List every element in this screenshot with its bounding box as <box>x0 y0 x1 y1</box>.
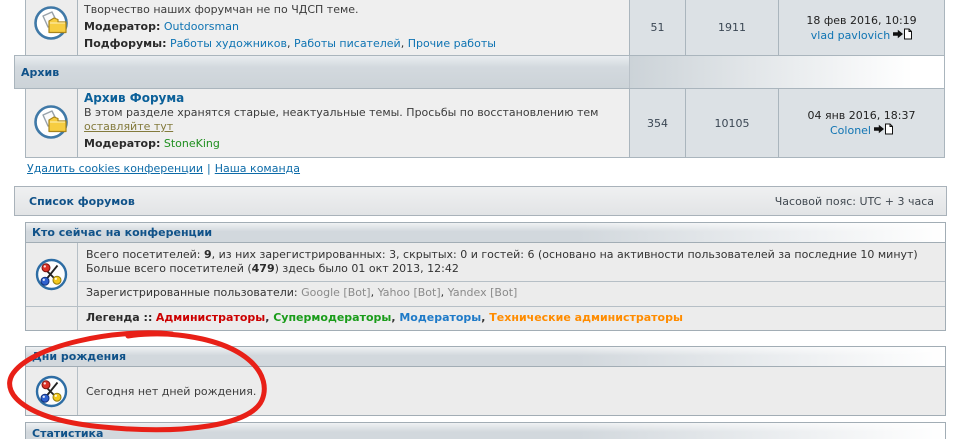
statistics-title: Статистика <box>32 426 104 439</box>
forum-icon-cell <box>25 0 78 55</box>
birthdays-title: Дни рождения <box>32 350 127 363</box>
goto-last-post-icon[interactable] <box>893 28 913 40</box>
who-is-online-title: Кто сейчас на конференции <box>32 226 213 239</box>
subforum-link[interactable]: Прочие работы <box>408 37 496 50</box>
no-birthdays-text: Сегодня нет дней рождения. <box>86 384 257 398</box>
goto-last-post-icon[interactable] <box>874 123 893 135</box>
birthdays-body: Сегодня нет дней рождения. <box>26 367 945 415</box>
online-stats-cell: Всего посетителей: 9, из них зарегистрир… <box>78 243 945 306</box>
who-is-online-header: Кто сейчас на конференции <box>26 223 945 243</box>
visitor-stats: Всего посетителей: 9, из них зарегистрир… <box>78 243 945 282</box>
stats-text: ) здесь было 01 окт 2013, 12:42 <box>274 262 459 275</box>
forum-row-archive: Архив Форума В этом разделе хранятся ста… <box>14 89 945 158</box>
record-count: 479 <box>251 262 275 275</box>
subforum-link[interactable]: Работы художников <box>170 37 294 50</box>
forum-description: Творчество наших форумчан не по ЧДСП тем… <box>84 3 359 16</box>
topics-count: 51 <box>630 0 686 55</box>
moderator-label: Модератор: <box>84 20 161 33</box>
birthdays-header: Дни рождения <box>26 347 945 367</box>
last-post-user-link[interactable]: vlad pavlovich <box>811 29 890 42</box>
moderator-link[interactable]: StoneKing <box>164 137 220 150</box>
forum-info-cell: Архив Форума В этом разделе хранятся ста… <box>78 89 630 158</box>
legend-row: Легенда :: АдминистраторыСупермодераторы… <box>26 306 945 330</box>
stats-text: Больше всего посетителей ( <box>86 262 252 275</box>
category-archive-link[interactable]: Архив <box>21 66 59 79</box>
footer-links: Удалить cookies конференции | Наша команда <box>27 162 300 175</box>
delete-cookies-link[interactable]: Удалить cookies конференции <box>27 162 203 175</box>
subforum-link[interactable]: Работы писателей <box>294 37 408 50</box>
visitor-count: 9 <box>204 248 212 261</box>
category-title-cell: Архив <box>15 56 630 88</box>
who-is-online-icon <box>35 258 68 291</box>
statistics-section: Статистика <box>25 422 946 439</box>
category-row-archive: Архив <box>14 55 945 89</box>
moderator-link[interactable]: Outdoorsman <box>164 20 239 33</box>
legend-left-cell <box>26 307 78 330</box>
legend-moderators-link[interactable]: Модераторы <box>399 311 489 324</box>
moderator-line: Модератор: StoneKing <box>84 136 623 151</box>
legend-line: Легенда :: АдминистраторыСупермодераторы… <box>78 307 945 330</box>
visitor-stats-line2: Больше всего посетителей (479) здесь был… <box>86 262 937 276</box>
stats-text: Всего посетителей: <box>86 248 204 261</box>
registered-users-line: Зарегистрированные пользователи: Google … <box>78 282 945 306</box>
registered-users-label: Зарегистрированные пользователи: <box>86 286 302 299</box>
forum-description: В этом разделе хранятся старые, неактуал… <box>84 106 623 134</box>
link-separator: | <box>207 162 211 175</box>
forumlist-bar: Список форумов Часовой пояс: UTC + 3 час… <box>14 186 947 216</box>
legend-label: Легенда :: <box>86 311 153 324</box>
last-post-cell: 18 фев 2016, 10:19 vlad pavlovich <box>779 0 945 55</box>
table-left-spacer <box>14 89 25 158</box>
subforums-label: Подфорумы: <box>84 37 167 50</box>
bot-user: Yandex [Bot] <box>447 286 518 299</box>
who-is-online-section: Кто сейчас на конференции Всего посетите… <box>25 222 946 331</box>
board-index-link[interactable]: Список форумов <box>29 195 135 208</box>
the-team-link[interactable]: Наша команда <box>215 162 300 175</box>
topics-count: 354 <box>630 89 686 158</box>
birthday-icon-cell <box>26 367 78 415</box>
forum-icon-cell <box>25 89 78 158</box>
forum-folder-icon <box>33 5 68 40</box>
forum-folder-icon <box>33 105 68 139</box>
last-post-date: 18 фев 2016, 10:19 <box>806 13 917 27</box>
last-post-date: 04 янв 2016, 18:37 <box>807 109 916 122</box>
legend-tech-admins-link[interactable]: Технические администраторы <box>489 311 683 324</box>
forum-row-creative: Творчество наших форумчан не по ЧДСП тем… <box>14 0 945 55</box>
posts-count: 10105 <box>686 89 779 158</box>
moderator-line: Модератор: Outdoorsman <box>84 19 623 34</box>
forum-description-text: В этом разделе хранятся старые, неактуал… <box>84 106 599 119</box>
stats-text: , из них зарегистрированных: 3, скрытых:… <box>211 248 918 261</box>
birthday-icon <box>35 375 68 407</box>
table-left-spacer <box>14 0 25 55</box>
legend-administrators-link[interactable]: Администраторы <box>156 311 273 324</box>
forum-info-cell: Творчество наших форумчан не по ЧДСП тем… <box>78 0 630 55</box>
legend-supermoderators-link[interactable]: Супермодераторы <box>273 311 399 324</box>
forum-title-link[interactable]: Архив Форума <box>84 91 184 105</box>
bot-user: Yahoo [Bot] <box>378 286 448 299</box>
statistics-header: Статистика <box>26 423 945 439</box>
bot-user: Google [Bot] <box>301 286 377 299</box>
forum-table: Творчество наших форумчан не по ЧДСП тем… <box>14 0 945 158</box>
subforums-line: Подфорумы: Работы художниковРаботы писат… <box>84 36 623 51</box>
forum-index-page: Творчество наших форумчан не по ЧДСП тем… <box>0 0 960 439</box>
last-post-cell: 04 янв 2016, 18:37 Colonel <box>779 89 945 158</box>
online-icon-cell <box>26 243 78 306</box>
last-post-user-link[interactable]: Colonel <box>830 124 871 137</box>
category-gradient-cell <box>630 56 944 88</box>
posts-count: 1911 <box>686 0 779 55</box>
visitor-stats-line1: Всего посетителей: 9, из них зарегистрир… <box>86 248 937 262</box>
moderator-label: Модератор: <box>84 137 161 150</box>
leave-here-link[interactable]: оставляйте тут <box>84 120 173 133</box>
timezone-label: Часовой пояс: UTC + 3 часа <box>774 194 934 208</box>
who-is-online-body: Всего посетителей: 9, из них зарегистрир… <box>26 243 945 306</box>
birthdays-section: Дни рождения Сегодня нет дней рождения. <box>25 346 946 416</box>
